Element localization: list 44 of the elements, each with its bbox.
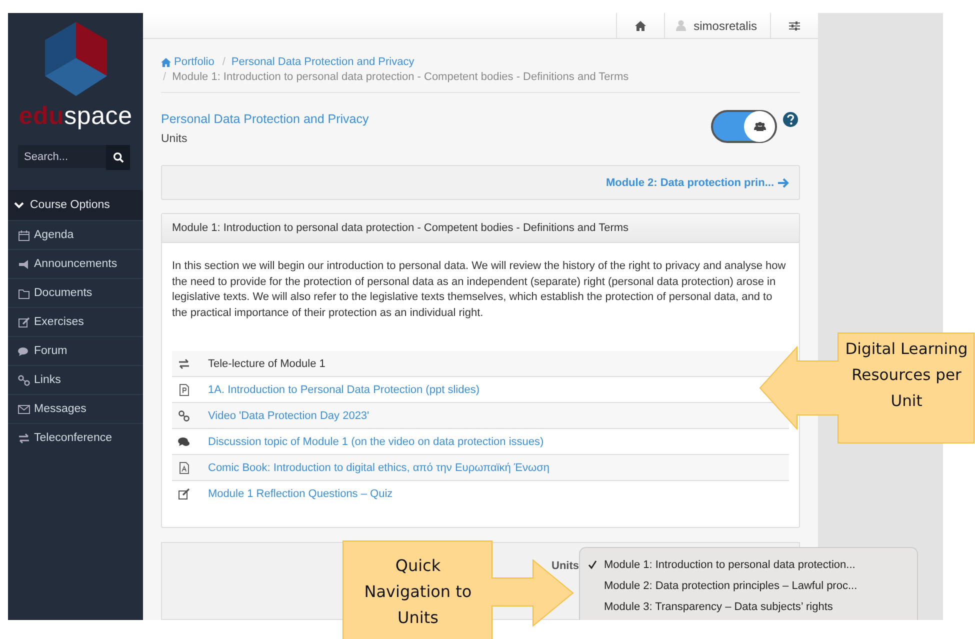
exchange-icon [178,358,190,370]
breadcrumb-separator: / [163,70,166,85]
resource-label: Tele-lecture of Module 1 [208,358,326,370]
megaphone-icon [18,258,30,270]
link-icon [18,374,30,386]
dropdown-option[interactable]: Module 3: Transparency – Data subjects’ rights [580,596,917,617]
dropdown-option[interactable]: Module 1: Introduction to personal data protection... [580,554,917,575]
checkmark-icon [588,560,596,569]
link-icon [178,410,190,422]
edit-icon [178,488,190,500]
search-field[interactable]: Search... [18,145,106,168]
brand-logo: eduspace [18,102,132,131]
dropdown-option[interactable]: Module 2: Data protection principles – Lawful proc... [580,575,917,596]
calendar-icon [18,230,30,240]
module-title: Module 1: Introduction to personal data protection - Competent bodies - Definitions and Terms [172,222,629,234]
module-description: In this section we will begin our introduction to personal data. We will review the history of the right to privacy and analyse how the need to provide for the protection of personal data as an independent (separate) right (personal data protection) arose in legislative texts. We will also refer to the legislative texts themselves, which establish the protection of personal data, and to the practical importance of their protection as an individual right. [172,259,787,320]
edit-icon [18,316,30,328]
search-icon [112,152,124,163]
cube-logo-icon [44,22,106,96]
units-label: Units [552,560,579,572]
group-icon [754,122,766,131]
chat-icon [18,346,30,356]
slides-file-icon [178,384,190,396]
callout-text: Digital Learning Resources per Unit [844,339,969,412]
user-menu-button[interactable]: simosretalis [664,13,770,38]
search-button[interactable] [106,145,130,170]
callout-text: Quick Navigation to Units [363,555,473,629]
home-icon [161,58,171,67]
exchange-icon [18,432,30,444]
course-subtitle: Units [161,133,188,145]
chevron-icon [14,200,24,210]
envelope-icon [18,404,30,414]
course-options-header[interactable]: Course Options [8,190,143,220]
folder-icon [18,288,30,298]
help-icon[interactable] [783,112,798,127]
home-icon [634,20,646,30]
user-icon [676,20,686,31]
breadcrumb-current: Module 1: Introduction to personal data protection - Competent bodies - Definitions and Terms [172,70,629,85]
arrow-right-icon [778,178,789,188]
settings-icon [789,20,800,30]
breadcrumb-separator: / [222,55,226,70]
view-toggle[interactable] [711,110,777,143]
chat-icon [178,436,190,448]
pdf-file-icon [178,462,190,474]
